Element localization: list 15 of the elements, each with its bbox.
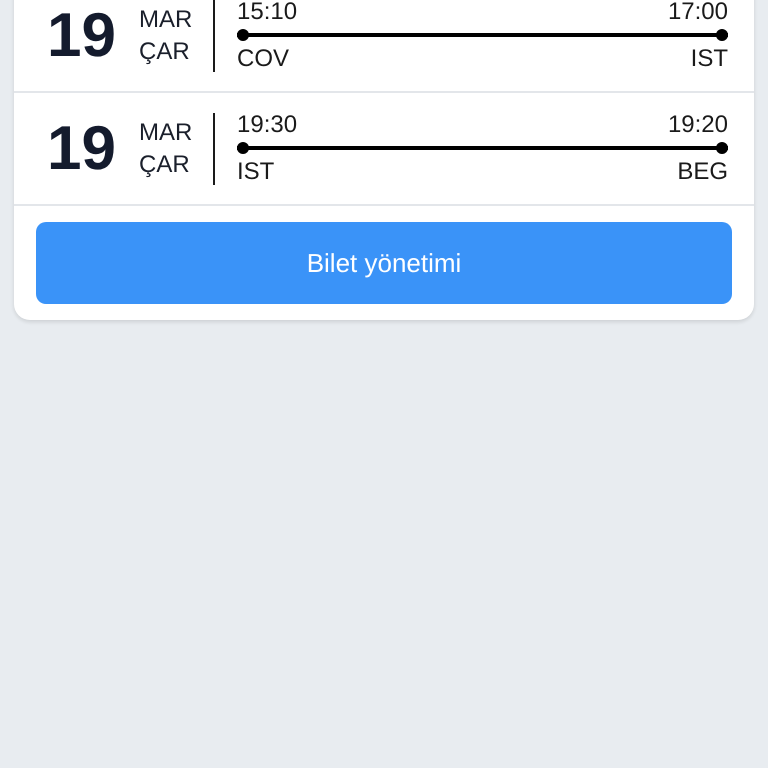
arrival-time: 17:00 (668, 0, 728, 26)
ticket-management-button[interactable]: Bilet yönetimi (36, 222, 732, 304)
month-label: MAR (139, 4, 192, 34)
month-label: MAR (139, 118, 192, 148)
weekday-label: ÇAR (139, 150, 190, 180)
destination-code: IST (690, 44, 728, 74)
weekday-label: ÇAR (139, 36, 190, 66)
origin-code: IST (237, 156, 274, 186)
day-number: 19 (47, 4, 117, 66)
arrival-time: 19:20 (668, 110, 728, 138)
departure-time: 19:30 (237, 110, 298, 138)
destination-code: BEG (677, 156, 728, 186)
departure-time: 15:10 (237, 0, 298, 26)
day-number: 19 (47, 118, 117, 180)
origin-code: COV (237, 44, 290, 74)
